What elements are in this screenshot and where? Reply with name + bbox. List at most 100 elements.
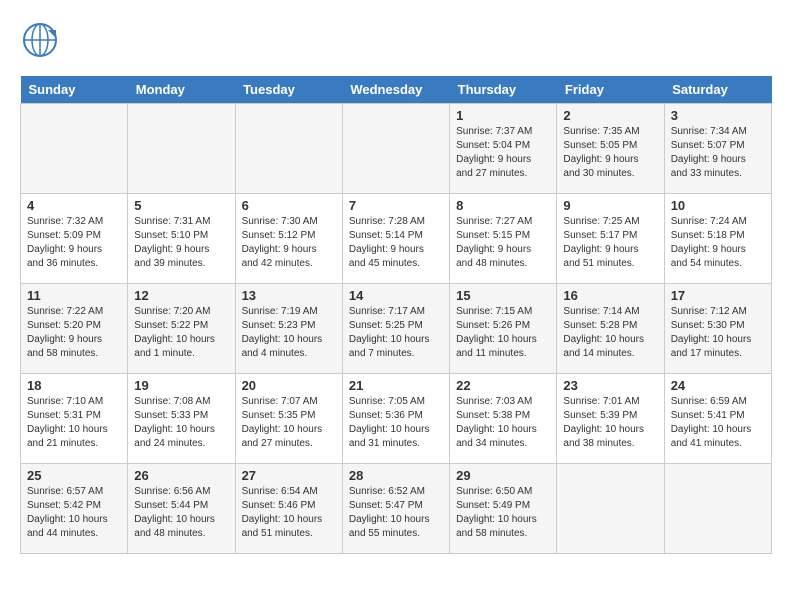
- calendar-week-row: 18 Sunrise: 7:10 AM Sunset: 5:31 PM Dayli…: [21, 374, 772, 464]
- day-number: 29: [456, 468, 550, 483]
- day-number: 23: [563, 378, 657, 393]
- day-info: Sunrise: 7:20 AM Sunset: 5:22 PM Dayligh…: [134, 305, 228, 361]
- calendar-cell: 11 Sunrise: 7:22 AM Sunset: 5:20 PM Dayli…: [21, 284, 128, 374]
- day-number: 7: [349, 198, 443, 213]
- day-info: Sunrise: 6:52 AM Sunset: 5:47 PM Dayligh…: [349, 485, 443, 541]
- day-info: Sunrise: 7:12 AM Sunset: 5:30 PM Dayligh…: [671, 305, 765, 361]
- day-number: 6: [242, 198, 336, 213]
- day-info: Sunrise: 7:35 AM Sunset: 5:05 PM Dayligh…: [563, 125, 657, 181]
- calendar-cell: 25 Sunrise: 6:57 AM Sunset: 5:42 PM Dayli…: [21, 464, 128, 554]
- calendar-cell: [235, 104, 342, 194]
- calendar-cell: 6 Sunrise: 7:30 AM Sunset: 5:12 PM Daylig…: [235, 194, 342, 284]
- calendar-cell: 10Sunrise: 7:24 AM Sunset: 5:18 PM Dayli…: [664, 194, 771, 284]
- calendar-cell: 16 Sunrise: 7:14 AM Sunset: 5:28 PM Dayli…: [557, 284, 664, 374]
- col-header-saturday: Saturday: [664, 76, 771, 104]
- calendar-cell: 20Sunrise: 7:07 AM Sunset: 5:35 PM Dayli…: [235, 374, 342, 464]
- day-number: 12: [134, 288, 228, 303]
- calendar-cell: 8 Sunrise: 7:27 AM Sunset: 5:15 PM Daylig…: [450, 194, 557, 284]
- col-header-sunday: Sunday: [21, 76, 128, 104]
- calendar-cell: 26 Sunrise: 6:56 AM Sunset: 5:44 PM Dayli…: [128, 464, 235, 554]
- day-number: 10: [671, 198, 765, 213]
- day-number: 19: [134, 378, 228, 393]
- day-number: 11: [27, 288, 121, 303]
- calendar-cell: 19 Sunrise: 7:08 AM Sunset: 5:33 PM Dayli…: [128, 374, 235, 464]
- day-info: Sunrise: 7:37 AM Sunset: 5:04 PM Dayligh…: [456, 125, 550, 181]
- col-header-wednesday: Wednesday: [342, 76, 449, 104]
- day-number: 28: [349, 468, 443, 483]
- calendar-cell: 15 Sunrise: 7:15 AM Sunset: 5:26 PM Dayli…: [450, 284, 557, 374]
- calendar-cell: 28 Sunrise: 6:52 AM Sunset: 5:47 PM Dayli…: [342, 464, 449, 554]
- day-number: 21: [349, 378, 443, 393]
- logo: [20, 20, 64, 60]
- day-info: Sunrise: 7:17 AM Sunset: 5:25 PM Dayligh…: [349, 305, 443, 361]
- day-info: Sunrise: 7:30 AM Sunset: 5:12 PM Dayligh…: [242, 215, 336, 271]
- col-header-monday: Monday: [128, 76, 235, 104]
- calendar-cell: [557, 464, 664, 554]
- logo-icon: [20, 20, 60, 60]
- day-number: 2: [563, 108, 657, 123]
- day-info: Sunrise: 7:27 AM Sunset: 5:15 PM Dayligh…: [456, 215, 550, 271]
- day-info: Sunrise: 7:14 AM Sunset: 5:28 PM Dayligh…: [563, 305, 657, 361]
- day-info: Sunrise: 7:19 AM Sunset: 5:23 PM Dayligh…: [242, 305, 336, 361]
- day-info: Sunrise: 6:54 AM Sunset: 5:46 PM Dayligh…: [242, 485, 336, 541]
- calendar-cell: 22 Sunrise: 7:03 AM Sunset: 5:38 PM Dayli…: [450, 374, 557, 464]
- calendar-week-row: 1 Sunrise: 7:37 AM Sunset: 5:04 PM Daylig…: [21, 104, 772, 194]
- calendar-header-row: SundayMondayTuesdayWednesdayThursdayFrid…: [21, 76, 772, 104]
- calendar-week-row: 25 Sunrise: 6:57 AM Sunset: 5:42 PM Dayli…: [21, 464, 772, 554]
- day-info: Sunrise: 7:01 AM Sunset: 5:39 PM Dayligh…: [563, 395, 657, 451]
- calendar-cell: 3Sunrise: 7:34 AM Sunset: 5:07 PM Daylig…: [664, 104, 771, 194]
- calendar-cell: [664, 464, 771, 554]
- day-number: 14: [349, 288, 443, 303]
- day-info: Sunrise: 7:32 AM Sunset: 5:09 PM Dayligh…: [27, 215, 121, 271]
- day-number: 22: [456, 378, 550, 393]
- day-info: Sunrise: 7:03 AM Sunset: 5:38 PM Dayligh…: [456, 395, 550, 451]
- day-number: 27: [242, 468, 336, 483]
- calendar-cell: 12 Sunrise: 7:20 AM Sunset: 5:22 PM Dayli…: [128, 284, 235, 374]
- calendar-cell: 24 Sunrise: 6:59 AM Sunset: 5:41 PM Dayli…: [664, 374, 771, 464]
- day-number: 17: [671, 288, 765, 303]
- day-info: Sunrise: 6:57 AM Sunset: 5:42 PM Dayligh…: [27, 485, 121, 541]
- day-number: 4: [27, 198, 121, 213]
- day-info: Sunrise: 7:10 AM Sunset: 5:31 PM Dayligh…: [27, 395, 121, 451]
- calendar-cell: [342, 104, 449, 194]
- calendar-cell: 13Sunrise: 7:19 AM Sunset: 5:23 PM Dayli…: [235, 284, 342, 374]
- calendar-cell: 21Sunrise: 7:05 AM Sunset: 5:36 PM Dayli…: [342, 374, 449, 464]
- day-info: Sunrise: 6:50 AM Sunset: 5:49 PM Dayligh…: [456, 485, 550, 541]
- day-info: Sunrise: 7:22 AM Sunset: 5:20 PM Dayligh…: [27, 305, 121, 361]
- col-header-friday: Friday: [557, 76, 664, 104]
- day-info: Sunrise: 7:25 AM Sunset: 5:17 PM Dayligh…: [563, 215, 657, 271]
- day-number: 18: [27, 378, 121, 393]
- calendar-cell: [21, 104, 128, 194]
- calendar-week-row: 11 Sunrise: 7:22 AM Sunset: 5:20 PM Dayli…: [21, 284, 772, 374]
- calendar-week-row: 4 Sunrise: 7:32 AM Sunset: 5:09 PM Daylig…: [21, 194, 772, 284]
- day-info: Sunrise: 6:59 AM Sunset: 5:41 PM Dayligh…: [671, 395, 765, 451]
- day-number: 8: [456, 198, 550, 213]
- day-number: 9: [563, 198, 657, 213]
- day-info: Sunrise: 7:28 AM Sunset: 5:14 PM Dayligh…: [349, 215, 443, 271]
- day-number: 20: [242, 378, 336, 393]
- day-number: 25: [27, 468, 121, 483]
- calendar-cell: 23 Sunrise: 7:01 AM Sunset: 5:39 PM Dayli…: [557, 374, 664, 464]
- day-number: 1: [456, 108, 550, 123]
- day-number: 3: [671, 108, 765, 123]
- calendar-cell: 29 Sunrise: 6:50 AM Sunset: 5:49 PM Dayli…: [450, 464, 557, 554]
- page-header: [20, 20, 772, 60]
- calendar-cell: 5 Sunrise: 7:31 AM Sunset: 5:10 PM Daylig…: [128, 194, 235, 284]
- day-info: Sunrise: 7:08 AM Sunset: 5:33 PM Dayligh…: [134, 395, 228, 451]
- calendar-cell: 27 Sunrise: 6:54 AM Sunset: 5:46 PM Dayli…: [235, 464, 342, 554]
- day-info: Sunrise: 6:56 AM Sunset: 5:44 PM Dayligh…: [134, 485, 228, 541]
- day-info: Sunrise: 7:15 AM Sunset: 5:26 PM Dayligh…: [456, 305, 550, 361]
- day-number: 26: [134, 468, 228, 483]
- col-header-tuesday: Tuesday: [235, 76, 342, 104]
- calendar-cell: [128, 104, 235, 194]
- day-number: 24: [671, 378, 765, 393]
- day-number: 16: [563, 288, 657, 303]
- day-number: 15: [456, 288, 550, 303]
- calendar-cell: 17 Sunrise: 7:12 AM Sunset: 5:30 PM Dayli…: [664, 284, 771, 374]
- day-info: Sunrise: 7:31 AM Sunset: 5:10 PM Dayligh…: [134, 215, 228, 271]
- calendar-cell: 9 Sunrise: 7:25 AM Sunset: 5:17 PM Daylig…: [557, 194, 664, 284]
- day-number: 5: [134, 198, 228, 213]
- col-header-thursday: Thursday: [450, 76, 557, 104]
- calendar-cell: 4 Sunrise: 7:32 AM Sunset: 5:09 PM Daylig…: [21, 194, 128, 284]
- calendar-cell: 2 Sunrise: 7:35 AM Sunset: 5:05 PM Daylig…: [557, 104, 664, 194]
